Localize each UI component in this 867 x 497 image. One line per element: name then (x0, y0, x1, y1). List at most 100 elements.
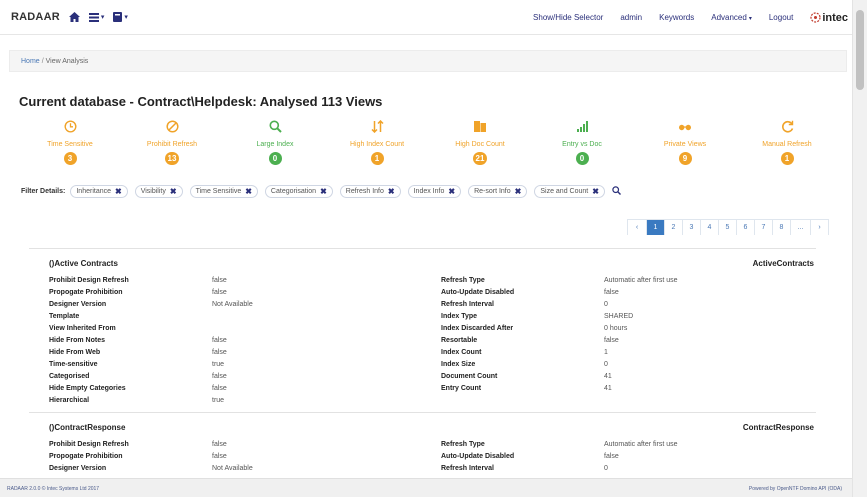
filter-chip-visibility[interactable]: Visibility ✖ (134, 184, 183, 198)
filter-chip-refresh-info[interactable]: Refresh Info ✖ (339, 184, 401, 198)
keywords-link[interactable]: Keywords (659, 13, 694, 22)
logout-link[interactable]: Logout (769, 13, 793, 22)
view-record: ()Active Contracts ActiveContracts Prohi… (49, 259, 819, 409)
field-key: Propogate Prohibition (49, 289, 123, 296)
field-row: Prohibit Design Refresh false (49, 439, 429, 451)
view-title[interactable]: ()ContractResponse (49, 423, 125, 432)
breadcrumb-current: View Analysis (45, 57, 89, 65)
stat-count-badge: 0 (575, 152, 589, 165)
field-key: Hide From Notes (49, 337, 106, 344)
stat-count-badge: 9 (678, 152, 692, 165)
divider (29, 248, 816, 249)
glasses-icon (640, 120, 730, 135)
field-key: Designer Version (49, 301, 107, 308)
field-key: Document Count (441, 373, 498, 380)
advanced-menu[interactable]: Advanced ▾ (711, 13, 752, 22)
home-icon[interactable] (68, 12, 80, 22)
filter-chip-re-sort-info[interactable]: Re-sort Info ✖ (468, 184, 528, 198)
stat-large-index[interactable]: Large Index 0 (230, 120, 320, 166)
field-key: Propogate Prohibition (49, 453, 123, 460)
chip-label: Visibility (140, 187, 166, 195)
field-value: false (212, 441, 227, 448)
stat-high-doc-count[interactable]: High Doc Count 21 (435, 120, 525, 166)
field-row: Time-sensitive true (49, 359, 429, 371)
filter-chip-inheritance[interactable]: Inheritance ✖ (70, 184, 128, 198)
view-title[interactable]: ()Active Contracts (49, 259, 118, 268)
close-icon[interactable]: ✖ (170, 187, 177, 196)
breadcrumb-home-link[interactable]: Home (21, 58, 40, 65)
close-icon[interactable]: ✖ (320, 187, 327, 196)
close-icon[interactable]: ✖ (115, 187, 122, 196)
stat-count-badge: 0 (268, 152, 282, 165)
stat-time-sensitive[interactable]: Time Sensitive 3 (25, 120, 115, 166)
scrollbar-thumb[interactable] (856, 10, 864, 90)
field-key: Index Discarded After (441, 325, 514, 332)
pagination: ‹ 1 2 3 4 5 6 7 8 ... › (627, 219, 829, 235)
stat-high-index-count[interactable]: High Index Count 1 (332, 119, 422, 166)
field-row: Template (49, 311, 429, 323)
footer-copyright: RADAAR 2.0.0 © Intec Systems Ltd 2017 (7, 486, 100, 492)
chip-label: Inheritance (76, 187, 111, 195)
vertical-scrollbar[interactable] (852, 0, 867, 497)
field-row: Propogate Prohibition false (49, 287, 429, 299)
page-next[interactable]: › (810, 220, 828, 235)
page-3[interactable]: 3 (682, 220, 700, 235)
stat-count-badge: 1 (370, 152, 384, 165)
page-5[interactable]: 5 (718, 220, 736, 235)
intec-logo: intec (810, 12, 848, 24)
field-row: Index Count 1 (441, 347, 819, 359)
close-icon[interactable]: ✖ (592, 187, 599, 196)
field-value: false (212, 337, 227, 344)
stat-manual-refresh[interactable]: Manual Refresh 1 (742, 120, 832, 166)
filter-chip-index-info[interactable]: Index Info ✖ (407, 184, 462, 198)
filter-chip-categorisation[interactable]: Categorisation ✖ (264, 184, 333, 198)
footer-powered-by-link[interactable]: Powered by OpenNTF Domino API (ODA) (749, 486, 842, 492)
view-record: ()ContractResponse ContractResponse Proh… (49, 423, 819, 475)
field-value: false (212, 373, 227, 380)
search-icon[interactable] (612, 185, 621, 197)
page-6[interactable]: 6 (736, 220, 754, 235)
page-ellipsis[interactable]: ... (790, 220, 810, 235)
field-value: false (212, 289, 227, 296)
field-row: Hide From Web false (49, 347, 429, 359)
close-icon[interactable]: ✖ (515, 187, 522, 196)
filter-chip-size-and-count[interactable]: Size and Count ✖ (534, 184, 605, 198)
stat-label: Private Views (663, 141, 707, 148)
field-row: Designer Version Not Available (49, 299, 429, 311)
page-4[interactable]: 4 (700, 220, 718, 235)
field-row: Categorised false (49, 371, 429, 383)
field-value: 0 (604, 465, 608, 472)
stat-entry-vs-doc[interactable]: Entry vs Doc 0 (537, 120, 627, 166)
field-key: Prohibit Design Refresh (49, 277, 129, 284)
field-key: Categorised (49, 373, 90, 380)
chip-label: Index Info (413, 187, 445, 195)
field-key: Entry Count (441, 385, 482, 392)
list-menu-icon[interactable]: ▾ (88, 12, 104, 22)
stat-prohibit-refresh[interactable]: Prohibit Refresh 13 (127, 120, 217, 166)
field-row: Refresh Type Automatic after first use (441, 439, 819, 451)
stat-private-views[interactable]: Private Views 9 (640, 120, 730, 166)
page-prev[interactable]: ‹ (628, 220, 646, 235)
page-7[interactable]: 7 (754, 220, 772, 235)
field-row: Hide Empty Categories false (49, 383, 429, 395)
field-row: Index Type SHARED (441, 311, 819, 323)
page-1[interactable]: 1 (646, 220, 664, 235)
filter-chip-time-sensitive[interactable]: Time Sensitive ✖ (189, 184, 258, 198)
database-menu-icon[interactable]: ▾ (113, 12, 128, 22)
page-2[interactable]: 2 (664, 220, 682, 235)
footer: RADAAR 2.0.0 © Intec Systems Ltd 2017 Po… (0, 478, 852, 497)
brand-link[interactable]: RADAAR (11, 11, 60, 23)
field-key: Index Type (441, 313, 478, 320)
close-icon[interactable]: ✖ (388, 187, 395, 196)
admin-link[interactable]: admin (620, 13, 642, 22)
bar-chart-icon (537, 120, 627, 135)
close-icon[interactable]: ✖ (245, 187, 252, 196)
field-value: 0 hours (604, 325, 628, 332)
stat-count-badge: 1 (780, 152, 794, 165)
show-hide-selector-link[interactable]: Show/Hide Selector (533, 13, 603, 22)
field-key: Hide Empty Categories (49, 385, 126, 392)
close-icon[interactable]: ✖ (448, 187, 455, 196)
stat-label: Prohibit Refresh (146, 141, 198, 148)
sort-icon (332, 119, 422, 135)
page-8[interactable]: 8 (772, 220, 790, 235)
